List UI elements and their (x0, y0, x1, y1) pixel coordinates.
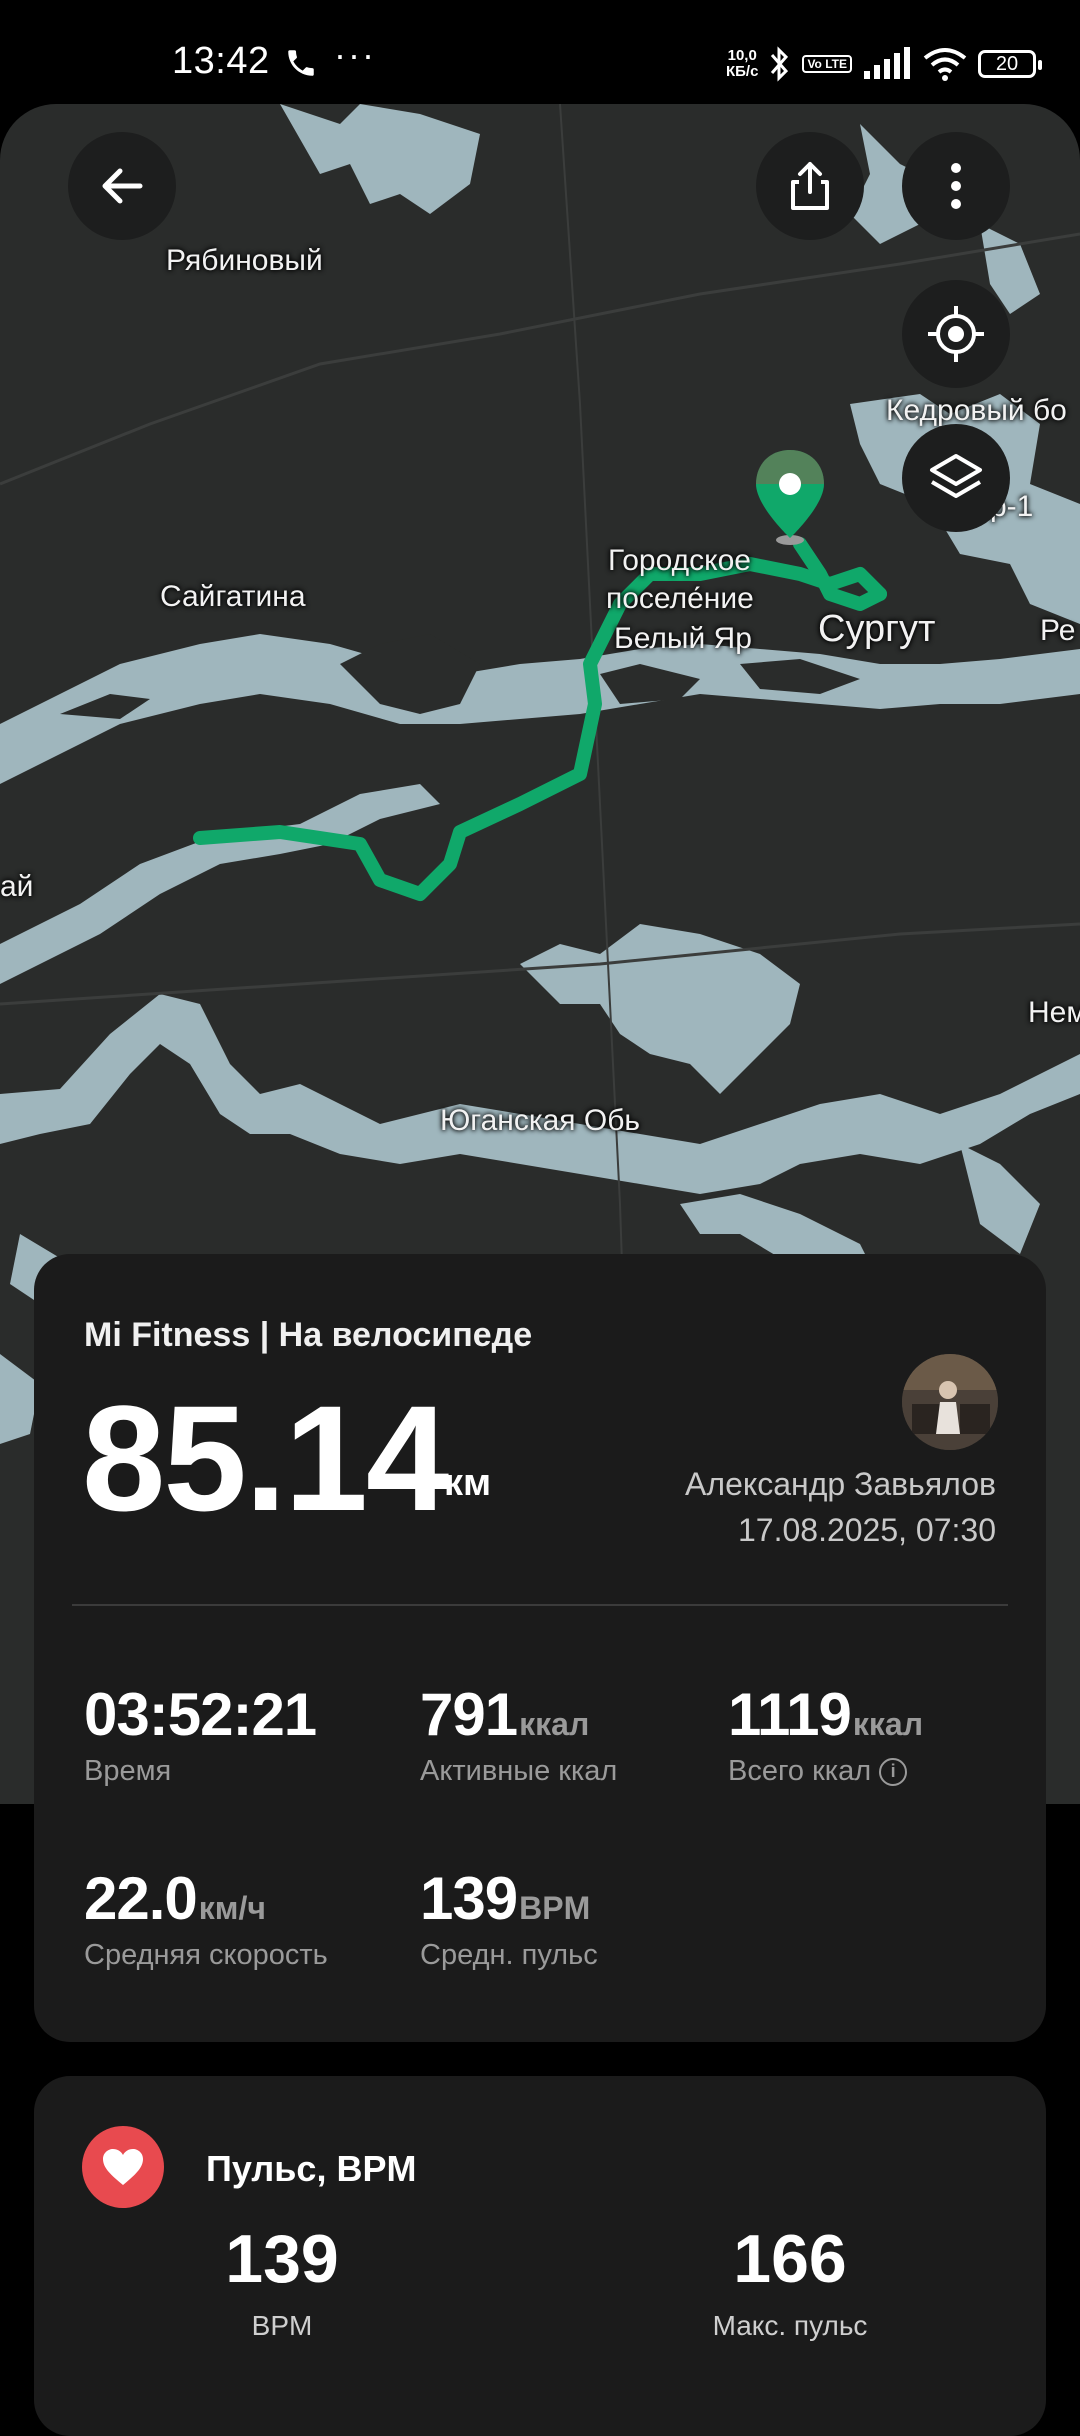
pulse-max-value: 166 (733, 2221, 847, 2297)
metric-total-kcal-label: Всего ккал (728, 1755, 872, 1787)
workout-date: 17.08.2025, 07:30 (737, 1512, 996, 1548)
battery-icon: 20 (978, 50, 1042, 78)
user-name: Александр Завьялов (685, 1466, 996, 1502)
pulse-card-title: Пульс, BPM (206, 2148, 417, 2189)
map-label-re: Ре (1040, 614, 1076, 647)
status-icons: 10,0 КБ/с Vo LTE 20 (726, 44, 1042, 84)
more-vertical-icon (951, 163, 961, 209)
more-options-button[interactable] (902, 132, 1010, 240)
workout-title: Mi Fitness | На велосипеде (84, 1316, 533, 1354)
distance-value: 85.14 (82, 1374, 449, 1542)
metric-avg-speed-value: 22.0 (84, 1865, 198, 1932)
back-button[interactable] (68, 132, 176, 240)
pulse-avg-label: BPM (251, 2310, 313, 2341)
map-label-gorodskoe: Городское (608, 544, 751, 577)
share-icon (791, 162, 829, 210)
user-photo (902, 1354, 998, 1450)
metric-active-kcal-label: Активные ккал (420, 1755, 618, 1787)
distance-unit: км (444, 1462, 492, 1504)
avatar[interactable] (902, 1354, 998, 1450)
metric-active-kcal: 791ккал Активные ккал (420, 1680, 617, 1788)
my-location-button[interactable] (902, 280, 1010, 388)
heart-badge (82, 2126, 164, 2208)
metric-avg-pulse-label: Средн. пульс (420, 1939, 598, 1971)
info-icon[interactable]: i (879, 1757, 908, 1786)
signal-icon (864, 47, 910, 79)
metric-avg-pulse-unit: BPM (519, 1890, 591, 1926)
metric-active-kcal-unit: ккал (519, 1706, 590, 1742)
pulse-max-label: Макс. пульс (712, 2310, 868, 2341)
map-label-yuganskaya-ob: Юганская Обь (440, 1104, 641, 1137)
layers-icon (930, 454, 982, 498)
wifi-icon (923, 48, 967, 81)
network-speed: 10,0 КБ/с (726, 48, 758, 80)
map-label-nem: Нем (1028, 996, 1080, 1029)
metric-avg-speed: 22.0км/ч Средняя скорость (84, 1864, 328, 1972)
map-label-ai: ай (0, 870, 34, 903)
metric-total-kcal-row: Всего ккал i (728, 1755, 923, 1788)
more-notifications-icon: ··· (334, 34, 376, 75)
pulse-avg-value: 139 (225, 2221, 339, 2297)
map-pin-icon (756, 450, 824, 545)
status-bar: 13:42 ··· 10,0 КБ/с Vo LTE 20 (0, 0, 1080, 110)
divider (72, 1604, 1008, 1606)
arrow-left-icon (102, 168, 143, 204)
map-label-ryabinovy: Рябиновый (166, 244, 323, 277)
metric-time: 03:52:21 Время (84, 1680, 317, 1788)
pulse-card[interactable]: Пульс, BPM 139 BPM 166 Макс. пульс (34, 2076, 1046, 2436)
metric-time-value: 03:52:21 (84, 1681, 317, 1748)
map-label-surgut: Сургут (818, 608, 936, 650)
network-speed-unit: КБ/с (725, 63, 759, 80)
metric-avg-pulse: 139BPM Средн. пульс (420, 1864, 598, 1972)
battery-level: 20 (995, 52, 1019, 75)
metric-total-kcal-unit: ккал (852, 1706, 924, 1742)
heart-icon (103, 2149, 143, 2185)
crosshair-icon (928, 306, 984, 362)
bluetooth-icon (771, 46, 789, 82)
workout-summary-card: Mi Fitness | На велосипеде 85.14 км Алек… (34, 1254, 1046, 2042)
metric-total-kcal: 1119ккал Всего ккал i (728, 1680, 923, 1788)
metric-avg-speed-label: Средняя скорость (84, 1939, 328, 1971)
share-button[interactable] (756, 132, 864, 240)
status-time: 13:42 (172, 40, 270, 82)
phone-call-icon (288, 50, 314, 76)
metric-total-kcal-value: 1119 (728, 1681, 852, 1748)
metric-avg-speed-unit: км/ч (198, 1890, 266, 1926)
metric-active-kcal-value: 791 (420, 1681, 518, 1748)
map-layers-button[interactable] (902, 424, 1010, 532)
map-label-kedrovy: Кедровый бо (886, 394, 1067, 427)
map-label-saygatina: Сайгатина (160, 580, 306, 613)
volte-icon: Vo LTE (802, 55, 852, 73)
map-label-poselenie: поселе́ние (606, 582, 754, 615)
metric-time-label: Время (84, 1755, 172, 1787)
network-speed-value: 10,0 (727, 47, 757, 64)
map-label-bely-yar: Белый Яр (614, 622, 752, 655)
metric-avg-pulse-value: 139 (420, 1865, 518, 1932)
